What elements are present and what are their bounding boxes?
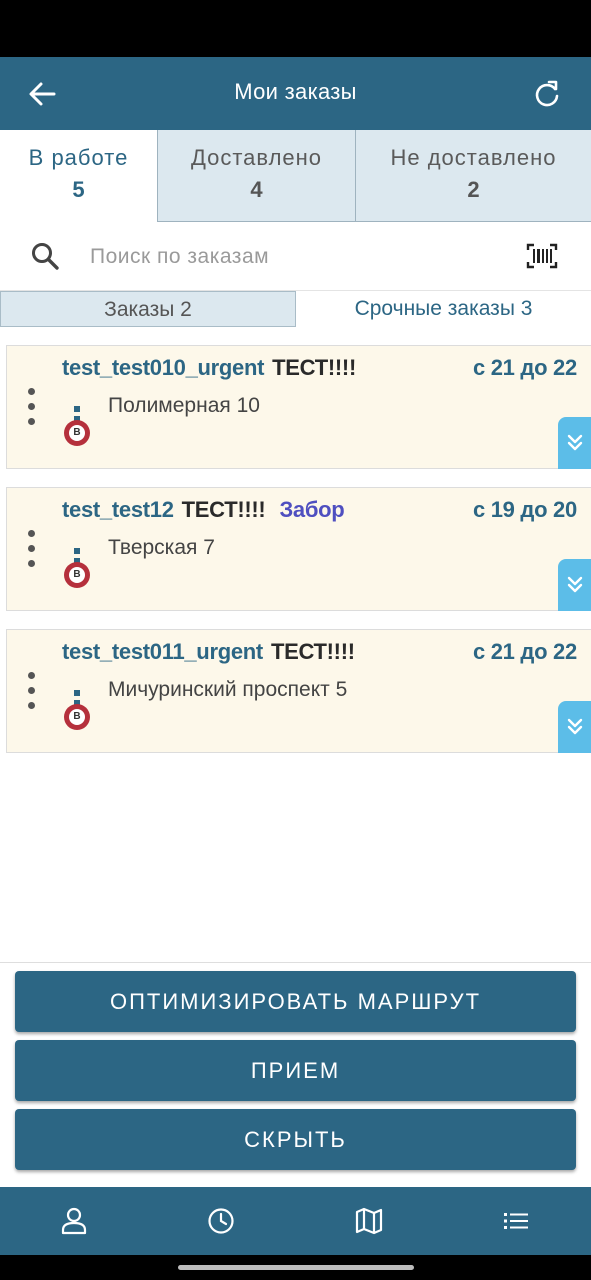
chevron-double-down-icon	[567, 718, 583, 735]
more-vert-icon[interactable]	[25, 672, 37, 712]
tab-urgent-orders[interactable]: Срочные заказы 3	[296, 291, 591, 327]
tab-label: Не доставлено	[390, 145, 557, 170]
order-name: ТЕСТ!!!!	[270, 639, 355, 664]
order-header: test_test011_urgent ТЕСТ!!!!	[62, 639, 355, 665]
order-number: test_test010_urgent	[62, 355, 265, 380]
tab-delivered[interactable]: Доставлено 4	[158, 130, 355, 222]
bottom-nav	[0, 1187, 591, 1255]
search-input[interactable]	[88, 239, 512, 275]
order-card[interactable]: B test_test12 ТЕСТ!!!! Забор с 19 до 20 Тв…	[6, 487, 591, 611]
order-card[interactable]: B test_test011_urgent ТЕСТ!!!! с 21 до 22…	[6, 629, 591, 753]
status-bar	[0, 0, 591, 57]
home-indicator[interactable]	[178, 1265, 414, 1270]
route-badge-icon: B	[64, 690, 92, 732]
order-name: ТЕСТ!!!!	[272, 355, 356, 380]
badge-letter: B	[69, 709, 85, 725]
order-type-tabs: Заказы 2 Срочные заказы 3	[0, 291, 591, 328]
order-time-window: с 19 до 20	[473, 497, 577, 522]
order-time-window: с 21 до 22	[473, 639, 577, 664]
tab-count: 5	[72, 177, 85, 202]
order-address: Тверская 7	[108, 536, 215, 559]
badge-letter: B	[69, 425, 85, 441]
order-time-window: с 21 до 22	[473, 355, 577, 380]
order-card[interactable]: B test_test010_urgent ТЕСТ!!!! с 21 до 22…	[6, 345, 591, 469]
hide-button[interactable]: СКРЫТЬ	[15, 1109, 576, 1170]
order-number: test_test12	[62, 497, 174, 522]
divider	[0, 962, 591, 963]
page-title: Мои заказы	[234, 79, 357, 104]
chevron-double-down-icon	[567, 434, 583, 451]
tab-in-progress[interactable]: В работе 5	[0, 130, 157, 222]
receive-button[interactable]: ПРИЕМ	[15, 1040, 576, 1101]
refresh-icon[interactable]	[532, 79, 562, 109]
tab-count: 4	[250, 177, 263, 202]
profile-icon[interactable]	[58, 1205, 90, 1237]
order-number: test_test011_urgent	[62, 639, 263, 664]
tab-not-delivered[interactable]: Не доставлено 2	[356, 130, 591, 222]
order-header: test_test12 ТЕСТ!!!! Забор	[62, 497, 345, 523]
order-address: Полимерная 10	[108, 394, 260, 417]
more-vert-icon[interactable]	[25, 388, 37, 428]
barcode-icon[interactable]	[526, 243, 558, 269]
optimize-route-button[interactable]: ОПТИМИЗИРОВАТЬ МАРШРУТ	[15, 971, 576, 1032]
order-header: test_test010_urgent ТЕСТ!!!!	[62, 355, 356, 381]
expand-button[interactable]	[558, 417, 591, 469]
chevron-double-down-icon	[567, 576, 583, 593]
order-address: Мичуринский проспект 5	[108, 678, 348, 701]
tab-label: Доставлено	[190, 145, 323, 170]
route-badge-icon: B	[64, 548, 92, 590]
expand-button[interactable]	[558, 701, 591, 753]
expand-button[interactable]	[558, 559, 591, 611]
clock-icon[interactable]	[205, 1205, 237, 1237]
map-icon[interactable]	[353, 1205, 385, 1237]
tab-orders[interactable]: Заказы 2	[0, 291, 296, 327]
app-bar: Мои заказы	[0, 57, 591, 130]
search-bar	[0, 223, 591, 291]
order-name: ТЕСТ!!!!	[181, 497, 266, 522]
list-icon[interactable]	[500, 1205, 532, 1237]
search-icon	[32, 243, 59, 270]
more-vert-icon[interactable]	[25, 530, 37, 570]
status-tabs: В работе 5 Доставлено 4 Не доставлено 2	[0, 130, 591, 223]
badge-letter: B	[69, 567, 85, 583]
order-tag: Забор	[279, 497, 345, 522]
tab-count: 2	[467, 177, 480, 202]
tab-label: В работе	[28, 145, 129, 170]
route-badge-icon: B	[64, 406, 92, 448]
